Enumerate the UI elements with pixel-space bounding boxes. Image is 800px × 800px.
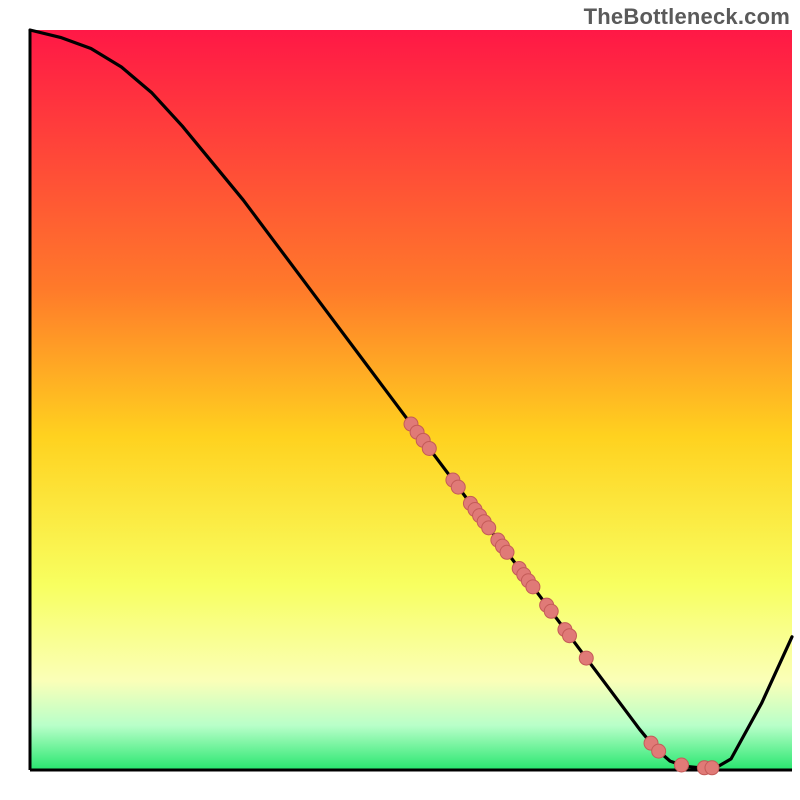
- bottleneck-chart: [0, 0, 800, 800]
- data-point: [652, 744, 666, 758]
- data-point: [422, 441, 436, 455]
- data-point: [705, 761, 719, 775]
- data-point: [544, 604, 558, 618]
- data-point: [579, 651, 593, 665]
- data-point: [675, 758, 689, 772]
- chart-stage: TheBottleneck.com: [0, 0, 800, 800]
- data-point: [563, 629, 577, 643]
- plot-area: [30, 30, 792, 775]
- data-point: [500, 545, 514, 559]
- data-point: [451, 480, 465, 494]
- gradient-background: [30, 30, 792, 770]
- data-point: [526, 580, 540, 594]
- data-point: [482, 521, 496, 535]
